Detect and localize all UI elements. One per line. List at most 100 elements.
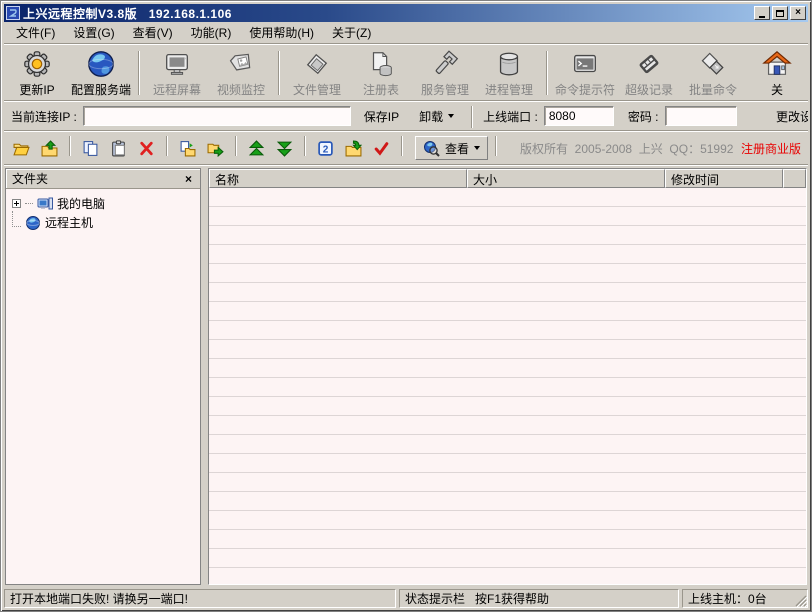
upload-folder-icon	[41, 140, 58, 157]
toolbar-separator	[69, 136, 71, 156]
password-input[interactable]	[665, 106, 737, 126]
menu-settings[interactable]: 设置(G)	[64, 22, 123, 43]
home-button[interactable]: 关	[746, 48, 808, 98]
column-header-name[interactable]: 名称	[209, 169, 467, 188]
close-icon: ×	[185, 172, 192, 186]
confirm-icon	[373, 140, 390, 157]
upload-arrows-button[interactable]	[244, 136, 269, 160]
port-input[interactable]	[544, 106, 614, 126]
toolbar-separator	[304, 136, 306, 156]
toolbar-separator	[546, 51, 548, 95]
status-hint: 状态提示栏 按F1获得帮助	[399, 589, 679, 608]
menu-file[interactable]: 文件(F)	[7, 22, 64, 43]
app-icon	[6, 6, 20, 20]
configure-server-button[interactable]: 配置服务端	[70, 48, 132, 98]
video-monitor-button[interactable]: 视频监控	[210, 48, 272, 98]
connection-bar: 当前连接IP : 保存IP 卸载 上线端口 : 密码 : 更改设置	[4, 102, 808, 130]
column-header-mtime[interactable]: 修改时间	[665, 169, 783, 188]
file-manager-icon	[302, 49, 332, 79]
batch-command-button[interactable]: 批量命令	[682, 48, 744, 98]
toolbar-separator	[471, 106, 473, 128]
go-folder-icon	[345, 140, 362, 157]
remote-host-icon	[25, 215, 41, 231]
command-prompt-button[interactable]: 命令提示符	[554, 48, 616, 98]
port-label: 上线端口 :	[483, 108, 538, 125]
client-area: 文件夹 × 我的电脑 远程主机 名称 大	[4, 166, 808, 587]
move-folder-button[interactable]	[203, 136, 228, 160]
file-list: 名称 大小 修改时间	[208, 168, 807, 585]
save-ip-button[interactable]: 保存IP	[357, 105, 406, 128]
menu-functions[interactable]: 功能(R)	[182, 22, 241, 43]
toolbar-separator	[401, 136, 403, 156]
minimize-button[interactable]	[754, 6, 770, 20]
tree-item-remote-host[interactable]: 远程主机	[9, 213, 197, 232]
file-list-body[interactable]	[209, 188, 806, 584]
toolbar-separator	[235, 136, 237, 156]
download-arrows-button[interactable]	[272, 136, 297, 160]
panel-splitter[interactable]	[201, 168, 208, 585]
status-bar: 打开本地端口失败! 请换另一端口! 状态提示栏 按F1获得帮助 上线主机：0台	[4, 587, 808, 608]
delete-icon	[138, 140, 155, 157]
move-folder-icon	[207, 140, 224, 157]
toolbar-separator	[278, 51, 280, 95]
open-folder-button[interactable]	[9, 136, 34, 160]
maximize-button[interactable]	[772, 6, 788, 20]
window-title: 上兴远程控制V3.8版 192.168.1.106	[23, 5, 751, 22]
register-link[interactable]: 注册商业版	[741, 140, 801, 157]
paste-button[interactable]	[106, 136, 131, 160]
delete-button[interactable]	[134, 136, 159, 160]
toolbar-separator	[495, 136, 497, 156]
paste-icon	[110, 140, 127, 157]
batch-command-icon	[698, 49, 728, 79]
copy-icon	[82, 140, 99, 157]
confirm-button[interactable]	[369, 136, 394, 160]
service-manager-button[interactable]: 服务管理	[414, 48, 476, 98]
keylogger-icon	[634, 49, 664, 79]
column-header-filler	[783, 169, 806, 188]
close-icon: ×	[795, 8, 801, 18]
go-folder-button[interactable]	[341, 136, 366, 160]
app-window: 上兴远程控制V3.8版 192.168.1.106 × 文件(F) 设置(G) …	[0, 0, 812, 612]
status-message: 打开本地端口失败! 请换另一端口!	[4, 589, 396, 608]
online-hosts-count: 上线主机：0台	[682, 589, 808, 608]
svg-text:2: 2	[323, 144, 329, 155]
change-settings-button[interactable]: 更改设置	[776, 108, 808, 125]
download-arrows-icon	[276, 140, 293, 157]
registry-button[interactable]: 注册表	[350, 48, 412, 98]
file-manager-button[interactable]: 文件管理	[286, 48, 348, 98]
command-prompt-icon	[570, 49, 600, 79]
expand-plus-icon[interactable]	[12, 199, 21, 208]
send-file-button[interactable]	[175, 136, 200, 160]
home-icon	[762, 49, 792, 79]
column-header-size[interactable]: 大小	[467, 169, 665, 188]
title-bar: 上兴远程控制V3.8版 192.168.1.106 ×	[4, 4, 808, 22]
refresh-button[interactable]: 2	[313, 136, 338, 160]
folders-panel-header: 文件夹 ×	[6, 169, 200, 189]
menu-view[interactable]: 查看(V)	[124, 22, 182, 43]
resize-grip-icon[interactable]	[795, 595, 807, 607]
upload-folder-button[interactable]	[37, 136, 62, 160]
super-record-button[interactable]: 超级记录	[618, 48, 680, 98]
panel-close-button[interactable]: ×	[183, 172, 194, 186]
video-monitor-icon	[226, 49, 256, 79]
globe-icon	[86, 49, 116, 79]
menu-about[interactable]: 关于(Z)	[323, 22, 380, 43]
maximize-icon	[776, 10, 784, 17]
file-toolbar: 2 查看 版权所有 2005-2008 上兴 QQ：51992 注册商业版	[4, 132, 808, 164]
menu-help[interactable]: 使用帮助(H)	[240, 22, 323, 43]
copy-button[interactable]	[78, 136, 103, 160]
folders-panel-title: 文件夹	[12, 170, 183, 187]
current-ip-input[interactable]	[83, 106, 351, 126]
toolbar-separator	[138, 51, 140, 95]
wrench-icon	[430, 49, 460, 79]
uninstall-button[interactable]: 卸载	[412, 105, 461, 128]
process-manager-button[interactable]: 进程管理	[478, 48, 540, 98]
tree-item-my-computer[interactable]: 我的电脑	[9, 194, 197, 213]
file-list-header: 名称 大小 修改时间	[209, 169, 806, 188]
copyright-text: 版权所有 2005-2008 上兴 QQ：51992	[520, 140, 733, 157]
close-button[interactable]: ×	[790, 6, 806, 20]
view-button[interactable]: 查看	[415, 136, 488, 160]
chevron-down-icon	[448, 114, 454, 118]
remote-screen-button[interactable]: 远程屏幕	[146, 48, 208, 98]
update-ip-button[interactable]: 更新IP	[6, 48, 68, 98]
